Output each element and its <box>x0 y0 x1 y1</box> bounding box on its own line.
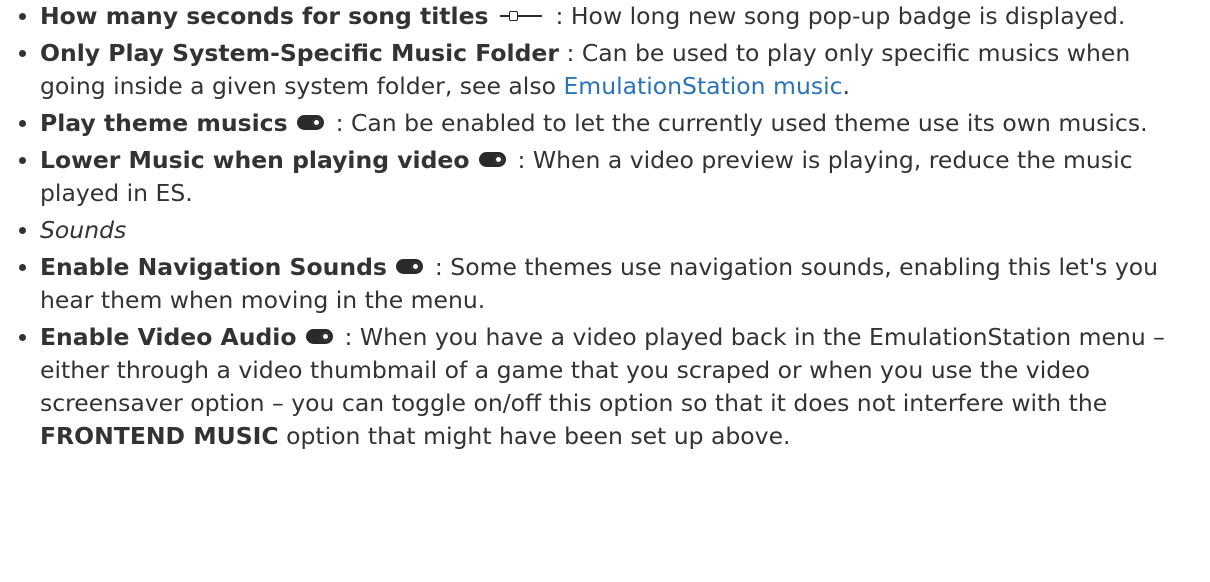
setting-name: How many seconds for song titles <box>40 2 489 30</box>
setting-description-end: option that might have been set up above… <box>286 422 791 450</box>
list-item-system-music-folder: Only Play System-Specific Music Folder :… <box>16 37 1201 103</box>
toggle-icon <box>478 152 506 167</box>
list-item-sounds-heading: Sounds <box>16 214 1201 247</box>
list-item-lower-music-video: Lower Music when playing video : When a … <box>16 144 1201 210</box>
toggle-icon <box>305 329 333 344</box>
setting-name: Lower Music when playing video <box>40 146 470 174</box>
setting-name: Only Play System-Specific Music Folder <box>40 39 559 67</box>
separator: : <box>335 109 344 137</box>
frontend-music-reference: FRONTEND MUSIC <box>40 422 279 450</box>
setting-name: Enable Navigation Sounds <box>40 253 387 281</box>
toggle-icon <box>396 259 424 274</box>
separator: : <box>344 323 353 351</box>
setting-name: Enable Video Audio <box>40 323 297 351</box>
sentence-end: . <box>842 72 851 100</box>
separator: : <box>517 146 526 174</box>
list-item-theme-musics: Play theme musics : Can be enabled to le… <box>16 107 1201 140</box>
settings-description-list: How many seconds for song titles : How l… <box>0 0 1201 453</box>
slider-icon <box>500 10 542 22</box>
setting-name: Play theme musics <box>40 109 288 137</box>
separator: : <box>566 39 575 67</box>
section-heading: Sounds <box>40 216 127 244</box>
setting-description: How long new song pop-up badge is displa… <box>570 2 1126 30</box>
toggle-icon <box>297 115 325 130</box>
list-item-song-title-seconds: How many seconds for song titles : How l… <box>16 0 1201 33</box>
setting-description: Can be enabled to let the currently used… <box>350 109 1148 137</box>
list-item-video-audio: Enable Video Audio : When you have a vid… <box>16 321 1201 453</box>
separator: : <box>555 2 564 30</box>
emulationstation-music-link[interactable]: EmulationStation music <box>563 72 842 100</box>
list-item-navigation-sounds: Enable Navigation Sounds : Some themes u… <box>16 251 1201 317</box>
separator: : <box>434 253 443 281</box>
